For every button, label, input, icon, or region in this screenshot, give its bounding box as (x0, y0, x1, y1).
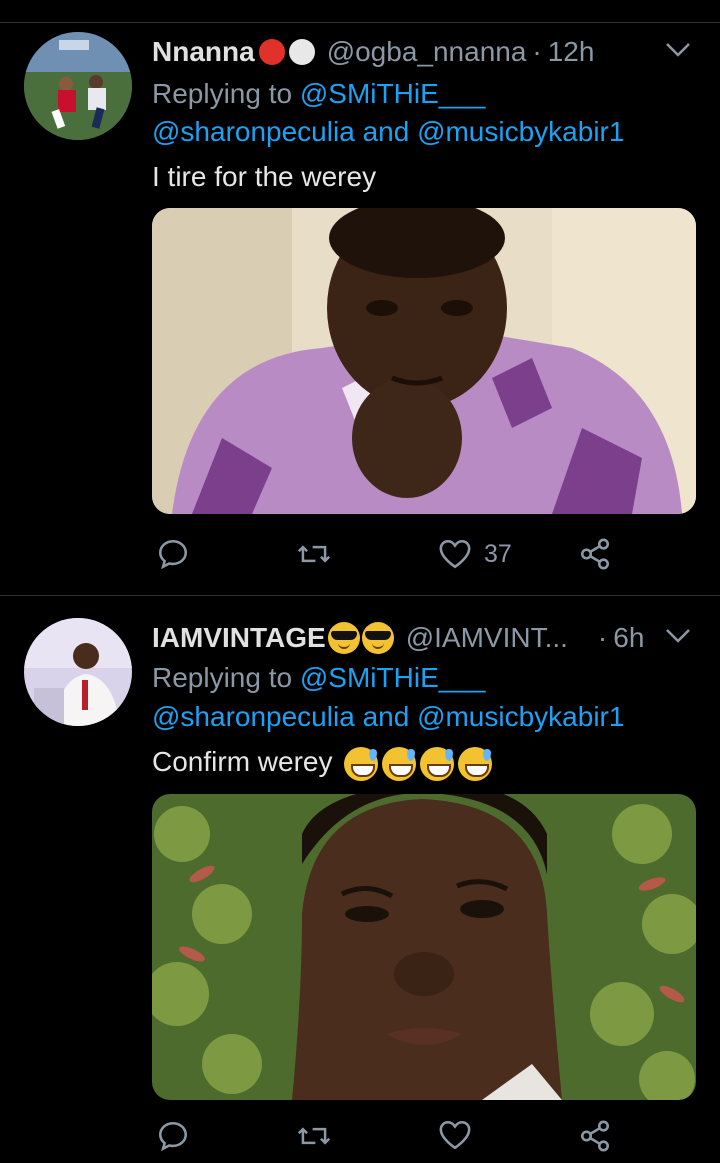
separator: · (597, 622, 608, 653)
replying-to-line: Replying to @SMiTHiE___ (152, 658, 485, 698)
mentions-line: @sharonpeculia and @musicbykabir1 (152, 112, 624, 152)
retweet-icon (297, 545, 331, 563)
reply-button[interactable] (156, 532, 202, 576)
avatar[interactable] (24, 32, 132, 140)
replying-prefix: Replying to (152, 78, 293, 109)
mention-link[interactable]: @SMiTHiE___ (300, 78, 486, 109)
tweet-text-line: Confirm werey (152, 742, 493, 782)
mentions-line: @sharonpeculia and @musicbykabir1 (152, 697, 624, 737)
separator: · (532, 36, 542, 67)
tweet-actions (152, 1119, 632, 1163)
timestamp[interactable]: 12h (548, 36, 595, 68)
and-word: and (362, 116, 410, 147)
tweet-image[interactable] (152, 794, 696, 1100)
grinning-sweat-icon (420, 746, 455, 781)
heart-icon[interactable] (438, 1119, 472, 1151)
sunglasses-face-icon (361, 622, 394, 654)
tweet-1[interactable]: Nnanna @ogba_nnanna · 12h Replying to @S… (0, 0, 720, 595)
user-handle[interactable]: @ogba_nnanna (327, 36, 527, 68)
mention-link[interactable]: @musicbykabir1 (417, 701, 624, 732)
mention-link[interactable]: @sharonpeculia (152, 116, 355, 147)
avatar[interactable] (24, 618, 132, 726)
tweet-header: Nnanna @ogba_nnanna · 12h (152, 30, 594, 74)
tweet-text: I tire for the werey (152, 161, 377, 192)
reply-icon (158, 539, 188, 570)
user-handle[interactable]: @IAMVINT... (406, 622, 568, 654)
retweet-button[interactable] (296, 532, 344, 576)
mention-link[interactable]: @musicbykabir1 (417, 116, 624, 147)
reply-icon[interactable] (156, 1119, 190, 1153)
sunglasses-face-icon (327, 622, 360, 654)
timestamp[interactable]: 6h (613, 622, 644, 654)
share-icon (580, 538, 610, 570)
heart-icon (439, 539, 471, 569)
mention-link[interactable]: @SMiTHiE___ (300, 662, 486, 693)
share-button[interactable] (578, 532, 612, 576)
grinning-sweat-icon (458, 746, 493, 781)
tweet-image[interactable] (152, 208, 696, 514)
chevron-down-icon[interactable] (664, 626, 692, 646)
like-button[interactable]: 37 (438, 532, 512, 576)
display-name[interactable]: IAMVINTAGE (152, 622, 326, 654)
grinning-sweat-icon (344, 746, 379, 781)
tweet-header: IAMVINTAGE @IAMVINT... · 6h (152, 616, 644, 660)
replying-prefix: Replying to (152, 662, 293, 693)
tweet-actions: 37 (152, 532, 632, 576)
white-circle-icon (288, 39, 315, 65)
replying-to-line: Replying to @SMiTHiE___ (152, 74, 485, 114)
like-count: 37 (484, 539, 512, 568)
grinning-sweat-icon (382, 746, 417, 781)
chevron-down-icon[interactable] (664, 40, 692, 60)
retweet-icon[interactable] (296, 1119, 332, 1153)
share-icon[interactable] (578, 1119, 612, 1153)
red-circle-icon (258, 39, 285, 65)
display-name[interactable]: Nnanna (152, 36, 255, 68)
tweet-text: Confirm werey (152, 746, 333, 777)
tweet-2[interactable]: IAMVINTAGE @IAMVINT... · 6h Replying to … (0, 596, 720, 1152)
and-word: and (362, 701, 410, 732)
mention-link[interactable]: @sharonpeculia (152, 701, 355, 732)
